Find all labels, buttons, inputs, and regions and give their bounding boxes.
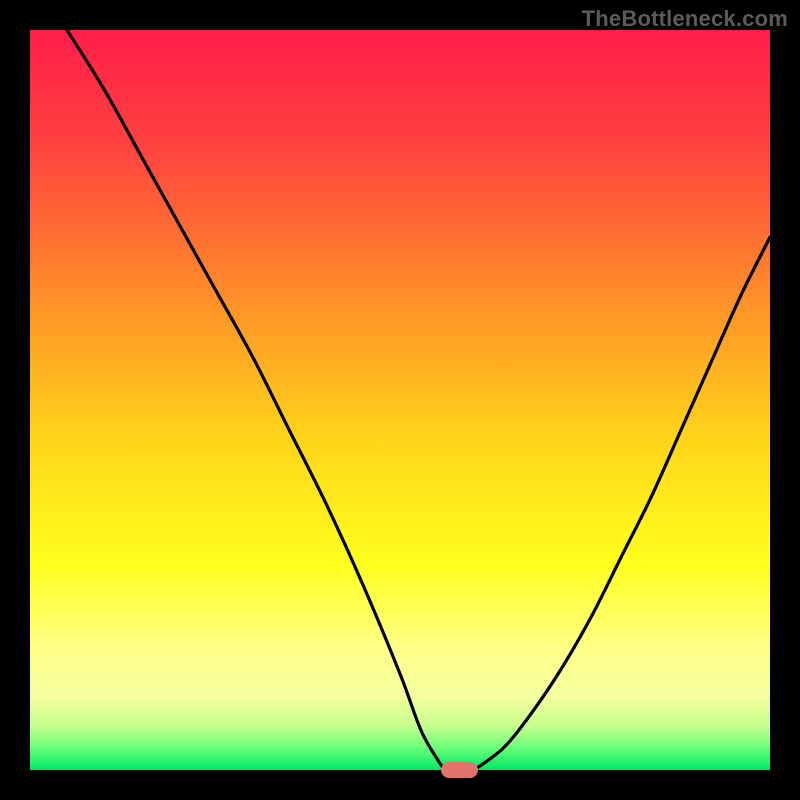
bottleneck-marker	[441, 762, 478, 778]
curve-left-branch	[67, 30, 444, 770]
chart-container: TheBottleneck.com	[0, 0, 800, 800]
curve-layer	[30, 30, 770, 770]
plot-frame	[30, 30, 770, 770]
curve-right-branch	[474, 237, 770, 770]
watermark-text: TheBottleneck.com	[582, 6, 788, 32]
